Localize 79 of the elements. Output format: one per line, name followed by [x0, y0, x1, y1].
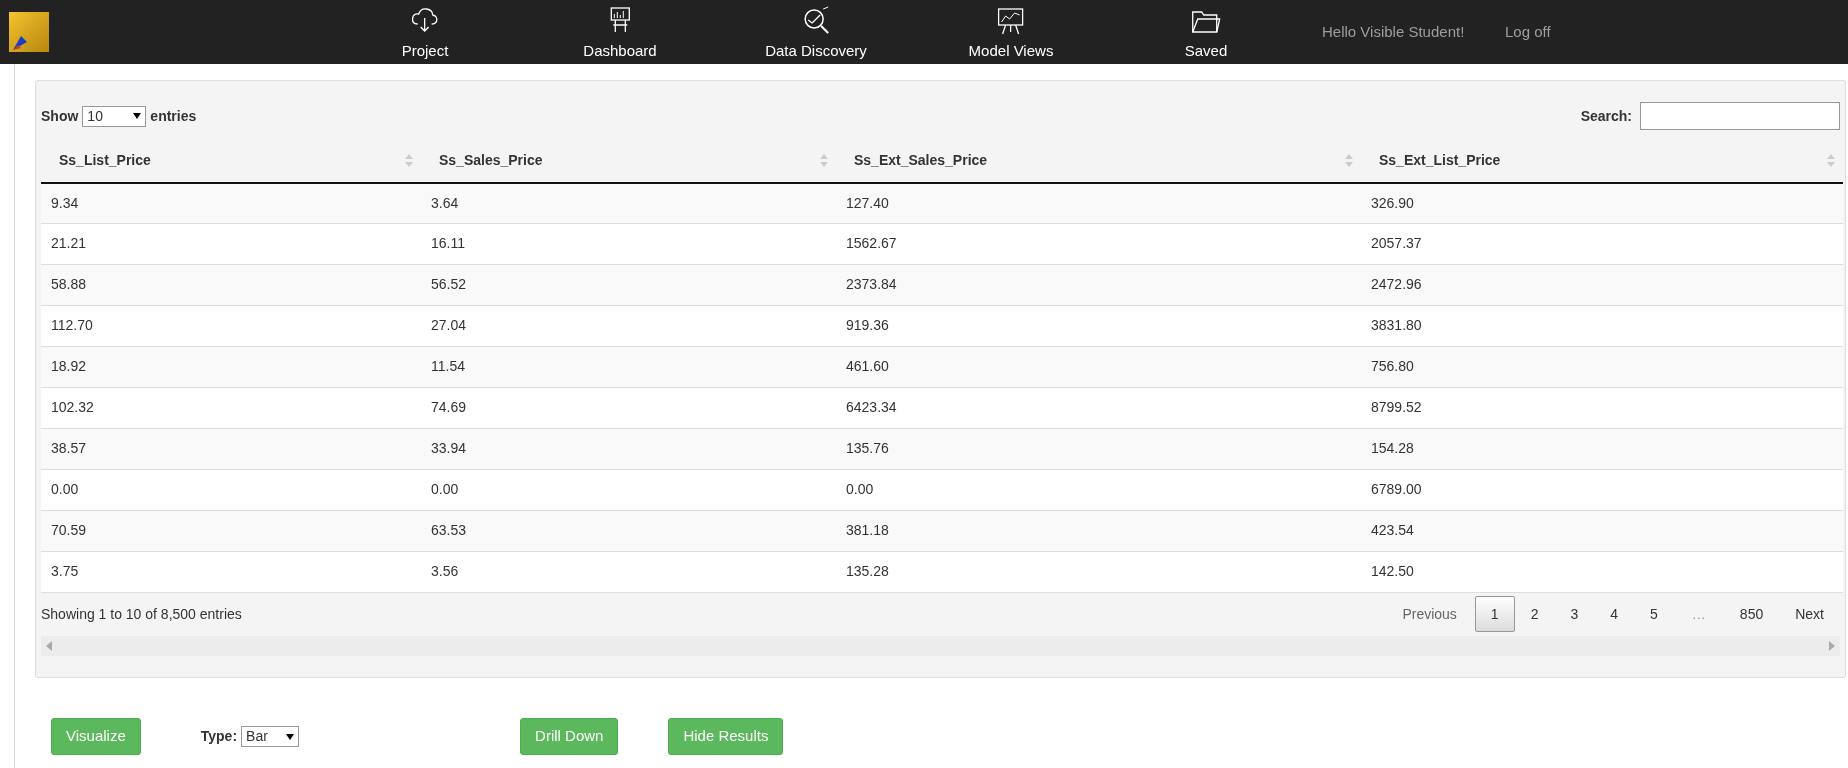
table-cell: 461.60: [846, 358, 889, 374]
table-cell: 919.36: [846, 317, 889, 333]
sort-icon[interactable]: [1345, 154, 1353, 167]
table-cell: 18.92: [51, 358, 87, 374]
table-cell: 326.90: [1371, 194, 1414, 211]
table-cell: 16.11: [431, 235, 465, 251]
show-label: Show: [41, 106, 79, 126]
page-button[interactable]: 4: [1594, 596, 1635, 632]
table-cell: 3.64: [431, 194, 459, 211]
table-cell: 21.21: [51, 235, 87, 251]
table-cell: 74.69: [431, 399, 467, 415]
table-cell: 381.18: [846, 522, 889, 538]
table-cell: 154.28: [1371, 440, 1414, 456]
table-cell: 1562.67: [846, 235, 897, 251]
table-cell: 2472.96: [1371, 276, 1422, 292]
table-cell: 27.04: [431, 317, 467, 333]
table-cell: 8799.52: [1371, 399, 1422, 415]
table-cell: 102.32: [51, 399, 94, 415]
nav-link[interactable]: Dashboard: [583, 6, 657, 63]
nav-link[interactable]: Saved: [1184, 6, 1228, 63]
caret-icon: [133, 113, 142, 119]
table-cell: 0.00: [846, 481, 874, 497]
next-button[interactable]: Next: [1779, 596, 1840, 632]
table-cell: 142.50: [1371, 563, 1414, 579]
easel-chart-icon: [996, 6, 1026, 36]
table-cell: 112.70: [51, 317, 93, 333]
table-cell: 423.54: [1371, 522, 1414, 538]
greeting-text: Hello Visible Student!: [1322, 22, 1465, 42]
column-header[interactable]: Ss_Ext_Sales_Price: [854, 150, 988, 171]
caret-icon: [286, 733, 295, 740]
page-button[interactable]: 850: [1723, 596, 1780, 632]
page-button[interactable]: 3: [1554, 596, 1595, 632]
table-cell: 3831.80: [1371, 317, 1422, 333]
table-cell: 56.52: [431, 276, 467, 292]
nav-link[interactable]: Model Views: [968, 6, 1054, 63]
table-cell: 6789.00: [1371, 481, 1422, 497]
page-button[interactable]: 5: [1634, 596, 1674, 632]
logo-icon[interactable]: [9, 12, 49, 52]
table-cell: 127.40: [846, 194, 889, 211]
table-cell: 135.28: [846, 563, 889, 579]
search-icon: [801, 6, 831, 36]
pagination-ellipsis: …: [1690, 604, 1707, 624]
column-header[interactable]: Ss_Ext_List_Price: [1379, 150, 1501, 171]
table-cell: 70.59: [51, 522, 87, 538]
sort-icon[interactable]: [820, 154, 828, 167]
search-field[interactable]: [1640, 102, 1840, 130]
table-cell: 63.53: [431, 522, 467, 538]
entries-label: entries: [150, 106, 197, 126]
nav-link[interactable]: Project: [401, 6, 449, 63]
table-cell: 33.94: [431, 440, 467, 456]
nav-link[interactable]: Data Discovery: [765, 6, 867, 63]
sort-icon[interactable]: [1827, 154, 1835, 167]
table-cell: 3.75: [51, 563, 79, 579]
table-cell: 11.54: [431, 358, 465, 374]
table-cell: 135.76: [846, 440, 889, 456]
page-button[interactable]: 1: [1474, 596, 1515, 632]
type-label: Type:: [200, 727, 238, 746]
table-cell: 2057.37: [1371, 235, 1422, 251]
table-cell: 38.57: [51, 440, 87, 456]
search-label: Search:: [1580, 106, 1632, 126]
column-header[interactable]: Ss_Sales_Price: [439, 150, 543, 171]
table-info: Showing 1 to 10 of 8,500 entries: [41, 604, 242, 624]
table-cell: 6423.34: [846, 399, 897, 415]
table-cell: 0.00: [51, 481, 79, 497]
table-cell: 756.80: [1371, 358, 1414, 374]
column-header[interactable]: Ss_List_Price: [59, 150, 151, 171]
logoff-link[interactable]: Log off: [1505, 21, 1551, 44]
table-cell: 2373.84: [846, 276, 897, 292]
table-cell: 3.56: [431, 563, 459, 579]
scroll-left-icon[interactable]: [46, 640, 52, 651]
scroll-right-icon[interactable]: [1829, 640, 1835, 651]
table-cell: 0.00: [431, 481, 459, 497]
page-length-select[interactable]: 10: [82, 105, 147, 127]
horizontal-scrollbar[interactable]: [41, 635, 1840, 656]
table-cell: 9.34: [51, 194, 79, 211]
page-button[interactable]: 2: [1514, 596, 1555, 632]
table-cell: 58.88: [51, 276, 87, 292]
sort-icon[interactable]: [405, 154, 413, 167]
chart-type-select[interactable]: Bar: [241, 726, 300, 747]
